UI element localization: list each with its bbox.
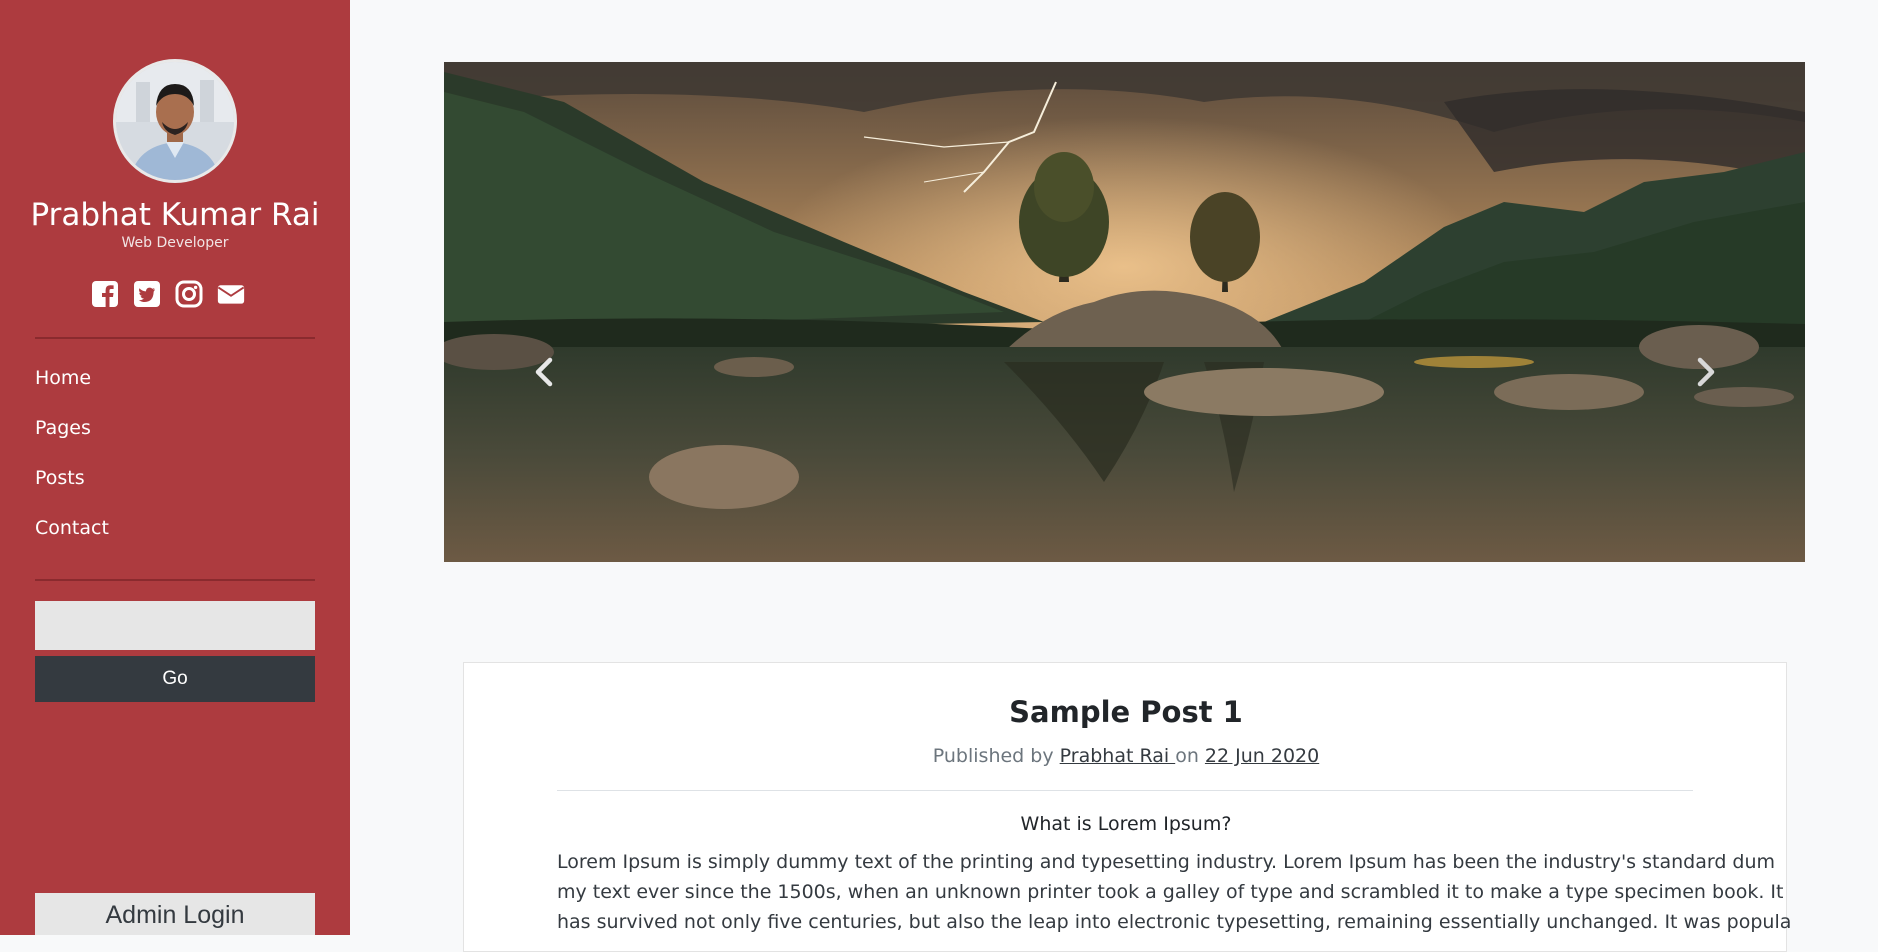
sidebar-item-home[interactable]: Home xyxy=(35,366,109,416)
sidebar-item-posts[interactable]: Posts xyxy=(35,466,109,516)
carousel-slide-image xyxy=(444,62,1805,562)
instagram-icon[interactable] xyxy=(175,280,203,308)
post-body-line: my text ever since the 1500s, when an un… xyxy=(557,881,1784,903)
avatar xyxy=(113,59,237,183)
published-by-label: Published by xyxy=(932,745,1054,767)
on-label: on xyxy=(1175,745,1199,767)
envelope-icon[interactable] xyxy=(217,280,245,308)
post-meta: Published by Prabhat Rai on 22 Jun 2020 xyxy=(464,744,1788,768)
chevron-left-icon[interactable] xyxy=(526,352,566,392)
social-links xyxy=(91,280,245,308)
sidebar-item-contact[interactable]: Contact xyxy=(35,516,109,566)
search-input[interactable] xyxy=(35,601,315,650)
facebook-icon[interactable] xyxy=(91,280,119,308)
post-card: Sample Post 1 Published by Prabhat Rai o… xyxy=(463,662,1792,952)
post-body-line: Lorem Ipsum is simply dummy text of the … xyxy=(557,851,1776,873)
sidebar-divider xyxy=(35,579,315,581)
post-title[interactable]: Sample Post 1 xyxy=(464,694,1788,730)
profile-role: Web Developer xyxy=(121,235,229,251)
image-carousel[interactable] xyxy=(444,62,1805,562)
post-body-line: has survived not only five centuries, bu… xyxy=(557,911,1792,933)
sidebar: Prabhat Kumar Rai Web Developer Home Pag… xyxy=(0,0,350,935)
chevron-right-icon[interactable] xyxy=(1684,352,1724,392)
post-subheading: What is Lorem Ipsum? xyxy=(1020,813,1232,835)
go-button[interactable]: Go xyxy=(35,656,315,702)
post-body: Lorem Ipsum is simply dummy text of the … xyxy=(557,847,1792,937)
twitter-icon[interactable] xyxy=(133,280,161,308)
sidebar-nav: Home Pages Posts Contact xyxy=(35,366,109,566)
profile-name: Prabhat Kumar Rai xyxy=(30,197,320,233)
admin-login-button[interactable]: Admin Login xyxy=(35,893,315,935)
author-link[interactable]: Prabhat Rai xyxy=(1060,745,1176,767)
date-link[interactable]: 22 Jun 2020 xyxy=(1205,745,1319,767)
post-divider xyxy=(557,790,1693,791)
sidebar-item-pages[interactable]: Pages xyxy=(35,416,109,466)
sidebar-divider xyxy=(35,337,315,339)
